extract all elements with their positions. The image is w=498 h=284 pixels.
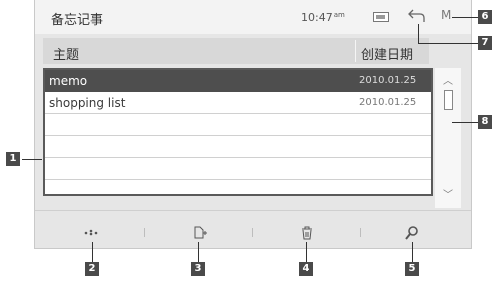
scroll-down-icon[interactable]: ﹀ [443, 186, 453, 201]
search-button[interactable] [391, 222, 431, 244]
callout-line-1 [22, 159, 42, 160]
scroll-up-icon[interactable]: ︿ [443, 72, 453, 87]
memo-date: 2010.01.25 [359, 97, 417, 108]
empty-row [45, 136, 431, 158]
toolbar-separator [252, 228, 253, 237]
list-item[interactable]: memo 2010.01.25 [45, 70, 431, 92]
toolbar-separator [360, 228, 361, 237]
callout-4: 4 [299, 262, 313, 276]
callout-5: 5 [405, 262, 419, 276]
new-memo-icon [194, 226, 207, 239]
clock-time: 10:47 [301, 11, 333, 24]
battery-icon [373, 12, 389, 22]
callout-1: 1 [6, 152, 20, 166]
callout-line-2 [92, 242, 93, 262]
callout-line-3 [198, 242, 199, 262]
column-created-date[interactable]: 创建日期 [361, 44, 413, 63]
callout-line-5 [412, 242, 413, 262]
toolbar-separator [144, 228, 145, 237]
clock: 10:47am [301, 11, 345, 24]
callout-6: 6 [478, 10, 492, 24]
clock-suffix: am [333, 11, 345, 19]
delete-icon [302, 226, 312, 240]
empty-row [45, 158, 431, 180]
callout-line-7a [418, 24, 419, 44]
scroll-thumb[interactable] [444, 90, 453, 110]
status-bar: 备忘记事 10:47am M [35, 0, 471, 34]
memo-date: 2010.01.25 [359, 75, 417, 86]
list-header: 主题 创建日期 [43, 38, 429, 64]
new-memo-button[interactable] [179, 222, 219, 244]
callout-3: 3 [191, 262, 205, 276]
callout-line-7b [418, 43, 478, 44]
column-divider [355, 40, 356, 62]
more-button[interactable] [73, 222, 113, 244]
menu-button[interactable]: M [441, 8, 451, 22]
callout-7: 7 [478, 36, 492, 50]
column-subject[interactable]: 主题 [53, 44, 79, 63]
app-title: 备忘记事 [51, 13, 104, 28]
delete-button[interactable] [287, 222, 327, 244]
more-icon [84, 229, 98, 236]
search-icon [405, 226, 418, 240]
memo-title: shopping list [49, 96, 126, 110]
callout-line-6 [452, 17, 478, 18]
toolbar [35, 218, 471, 248]
toolbar-divider [35, 210, 471, 211]
scrollbar[interactable]: ︿ ﹀ [435, 68, 461, 208]
callout-8: 8 [478, 115, 492, 129]
callout-2: 2 [85, 262, 99, 276]
device-frame: 备忘记事 10:47am M 主题 创建日期 memo 2010.01.25 s… [34, 0, 472, 249]
back-icon[interactable] [407, 6, 427, 26]
memo-title: memo [49, 74, 88, 88]
memo-list: memo 2010.01.25 shopping list 2010.01.25 [43, 68, 433, 196]
callout-line-4 [306, 242, 307, 262]
list-item[interactable]: shopping list 2010.01.25 [45, 92, 431, 114]
empty-row [45, 114, 431, 136]
callout-line-8 [452, 122, 478, 123]
